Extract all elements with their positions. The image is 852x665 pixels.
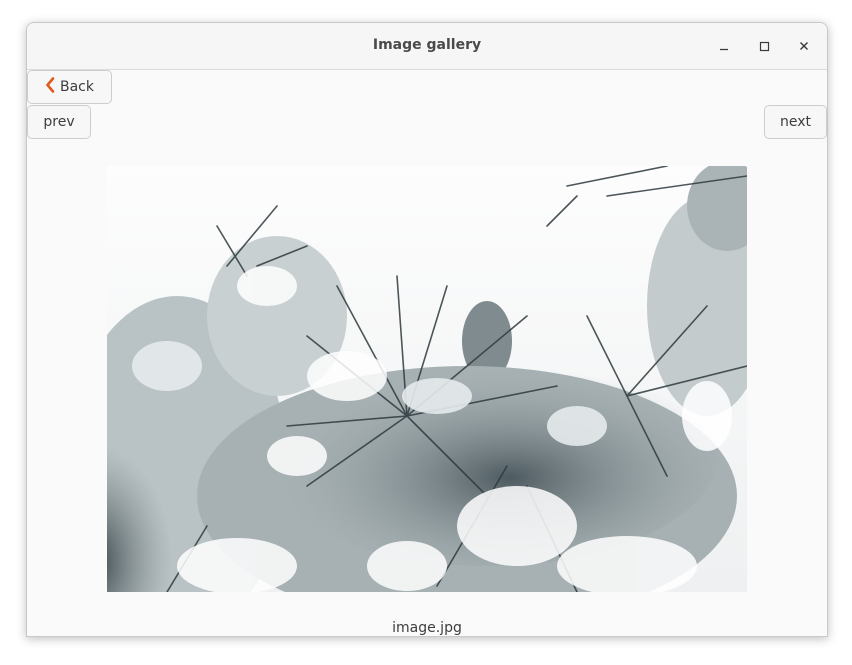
- title-bar[interactable]: Image gallery: [27, 23, 827, 70]
- prev-button-label: prev: [43, 114, 75, 130]
- gallery-image: [107, 166, 747, 592]
- back-button[interactable]: Back: [27, 70, 112, 104]
- prev-button[interactable]: prev: [27, 105, 91, 139]
- image-gallery-window: Image gallery Back prev next image.jpg: [26, 22, 828, 637]
- minimize-button[interactable]: [712, 34, 736, 58]
- close-button[interactable]: [792, 34, 816, 58]
- back-button-label: Back: [60, 79, 94, 95]
- maximize-button[interactable]: [752, 34, 776, 58]
- close-icon: [800, 42, 808, 50]
- chevron-left-icon: [45, 77, 55, 97]
- next-button-label: next: [779, 114, 811, 130]
- image-caption: image.jpg: [392, 620, 462, 636]
- window-title: Image gallery: [372, 37, 482, 53]
- maximize-icon: [759, 41, 770, 52]
- minimize-icon: [720, 48, 728, 51]
- next-button[interactable]: next: [764, 105, 827, 139]
